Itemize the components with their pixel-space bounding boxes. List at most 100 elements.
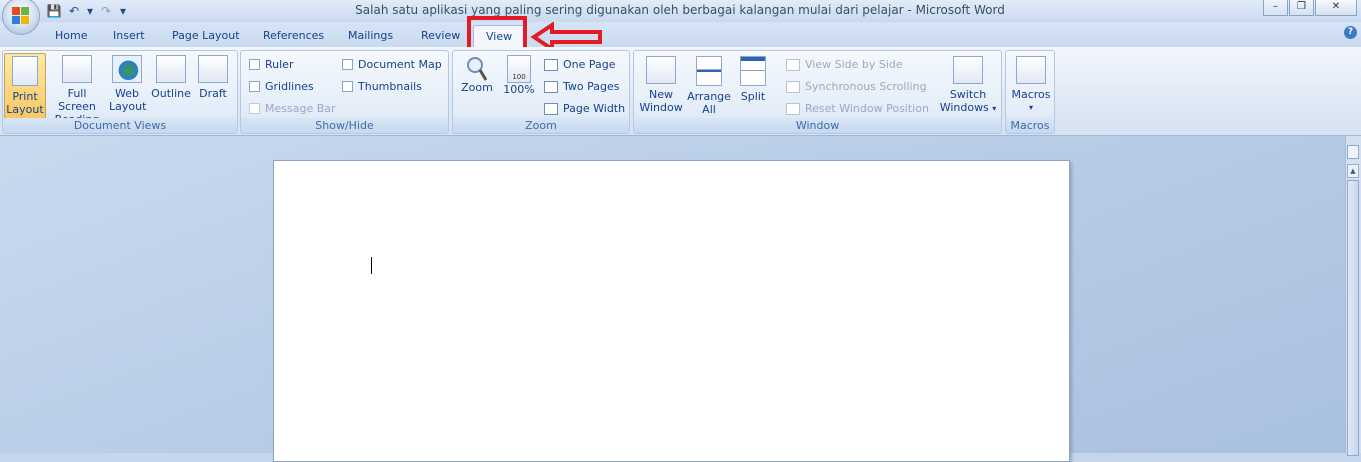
ribbon-tab-row: Home Insert Page Layout References Maili…	[0, 22, 1361, 48]
redo-icon[interactable]: ↷	[98, 3, 114, 19]
tab-home[interactable]: Home	[55, 29, 87, 42]
outline-label: Outline	[151, 87, 191, 100]
outline-icon	[156, 55, 186, 83]
scroll-thumb[interactable]	[1347, 180, 1359, 456]
text-cursor	[371, 257, 372, 274]
two-pages-button[interactable]: Two Pages	[544, 80, 619, 93]
macros-icon	[1016, 56, 1046, 84]
window-controls: – ❐ ✕	[1263, 0, 1357, 16]
zoom-100-button[interactable]: 100 100%	[502, 55, 536, 96]
switch-windows-label-2-row: Windows ▾	[935, 101, 1001, 115]
one-page-icon	[544, 58, 558, 71]
undo-icon[interactable]: ↶	[66, 3, 82, 19]
magnifier-icon	[467, 57, 488, 81]
switch-windows-label-2: Windows	[939, 101, 989, 114]
group-label-window: Window	[634, 118, 1001, 133]
tab-references[interactable]: References	[263, 29, 324, 42]
gridlines-checkbox[interactable]: Gridlines	[249, 80, 314, 93]
group-label-macros: Macros	[1006, 118, 1054, 133]
undo-dropdown-icon[interactable]: ▾	[86, 3, 94, 19]
full-screen-reading-label-1: Full Screen	[58, 87, 96, 113]
ruler-checkbox-box[interactable]	[249, 59, 260, 70]
new-window-label-2: Window	[639, 101, 683, 114]
full-screen-reading-icon	[62, 55, 92, 83]
view-side-by-side-label: View Side by Side	[805, 58, 903, 71]
ruler-checkbox[interactable]: Ruler	[249, 58, 293, 71]
ruler-label: Ruler	[265, 58, 294, 71]
group-label-zoom: Zoom	[453, 118, 629, 133]
print-layout-icon	[12, 56, 38, 86]
macros-label: Macros	[1011, 88, 1051, 101]
synchronous-scrolling-button: Synchronous Scrolling	[786, 80, 927, 93]
two-pages-label: Two Pages	[563, 80, 620, 93]
window-title: Salah satu aplikasi yang paling sering d…	[355, 3, 1005, 17]
document-map-label: Document Map	[358, 58, 442, 71]
view-side-by-side-icon	[786, 58, 800, 71]
web-layout-label-2: Layout	[109, 100, 147, 113]
page-width-icon	[544, 102, 558, 115]
page-width-button[interactable]: Page Width	[544, 102, 625, 115]
quick-access-toolbar: 💾 ↶ ▾ ↷ ▾	[46, 2, 128, 20]
thumbnails-checkbox-box[interactable]	[342, 81, 353, 92]
macros-dropdown-icon: ▾	[1028, 103, 1033, 112]
tab-review[interactable]: Review	[421, 29, 460, 42]
save-icon[interactable]: 💾	[46, 3, 62, 19]
switch-windows-dropdown-icon: ▾	[992, 104, 997, 113]
arrange-all-label-2: All	[702, 103, 716, 116]
web-layout-button[interactable]: Web Layout	[109, 53, 147, 113]
macros-button[interactable]: Macros ▾	[1009, 53, 1053, 114]
arrange-all-button[interactable]: Arrange All	[687, 53, 731, 116]
thumbnails-label: Thumbnails	[358, 80, 422, 93]
document-map-checkbox[interactable]: Document Map	[342, 58, 442, 71]
print-layout-button[interactable]: Print Layout	[4, 53, 46, 119]
document-map-checkbox-box[interactable]	[342, 59, 353, 70]
outline-button[interactable]: Outline	[149, 53, 193, 100]
draft-label: Draft	[199, 87, 227, 100]
reset-window-position-button: Reset Window Position	[786, 102, 929, 115]
document-page[interactable]	[273, 160, 1070, 462]
arrange-all-icon	[696, 56, 722, 86]
arrange-all-label-1: Arrange	[687, 90, 731, 103]
gridlines-label: Gridlines	[265, 80, 314, 93]
group-label-show-hide: Show/Hide	[241, 118, 448, 133]
minimize-button[interactable]: –	[1263, 0, 1288, 16]
split-label: Split	[740, 90, 766, 103]
two-pages-icon	[544, 80, 558, 93]
draft-button[interactable]: Draft	[196, 53, 230, 100]
full-screen-reading-button[interactable]: Full Screen Reading	[47, 53, 107, 126]
switch-windows-icon	[953, 56, 983, 84]
draft-icon	[198, 55, 228, 83]
vertical-scrollbar[interactable]: ▲	[1345, 136, 1361, 456]
new-window-button[interactable]: New Window	[637, 53, 685, 114]
group-document-views: Print Layout Full Screen Reading Web Lay…	[2, 50, 238, 134]
group-window: New Window Arrange All Split View Side b…	[633, 50, 1002, 134]
tab-insert[interactable]: Insert	[113, 29, 145, 42]
print-layout-label-2: Layout	[6, 103, 44, 116]
tab-page-layout[interactable]: Page Layout	[172, 29, 240, 42]
page-width-label: Page Width	[563, 102, 626, 115]
new-window-icon	[646, 56, 676, 84]
thumbnails-checkbox[interactable]: Thumbnails	[342, 80, 422, 93]
one-page-button[interactable]: One Page	[544, 58, 616, 71]
web-layout-label-1: Web	[115, 87, 139, 100]
help-icon[interactable]: ?	[1344, 26, 1357, 39]
title-bar: 💾 ↶ ▾ ↷ ▾ Salah satu aplikasi yang palin…	[0, 0, 1361, 22]
one-page-label: One Page	[563, 58, 616, 71]
group-show-hide: Ruler Gridlines Message Bar Document Map…	[240, 50, 449, 134]
restore-button[interactable]: ❐	[1289, 0, 1314, 16]
gridlines-checkbox-box[interactable]	[249, 81, 260, 92]
page-100-icon: 100	[507, 55, 531, 83]
switch-windows-label-1: Switch	[949, 88, 987, 101]
view-ruler-icon[interactable]	[1347, 145, 1359, 159]
close-button[interactable]: ✕	[1315, 0, 1357, 16]
scroll-up-icon[interactable]: ▲	[1347, 164, 1359, 178]
office-logo-icon	[12, 7, 30, 25]
customize-qat-icon[interactable]: ▾	[118, 3, 128, 19]
print-layout-label-1: Print	[12, 90, 38, 103]
tab-mailings[interactable]: Mailings	[348, 29, 393, 42]
split-button[interactable]: Split	[735, 53, 771, 103]
web-layout-globe-icon	[112, 55, 142, 83]
message-bar-checkbox: Message Bar	[249, 102, 336, 115]
view-side-by-side-button: View Side by Side	[786, 58, 903, 71]
switch-windows-button[interactable]: Switch Windows ▾	[935, 53, 1001, 115]
